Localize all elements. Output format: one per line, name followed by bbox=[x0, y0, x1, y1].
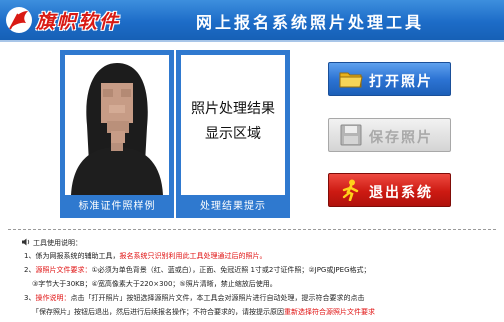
save-photo-label: 保存照片 bbox=[369, 130, 433, 146]
instruction-3-text: ③字节大于30KB；④宽高像素大于220×300；⑤照片清晰，禁止缩放后使用。 bbox=[32, 280, 277, 288]
instructions-title-text: 工具使用说明： bbox=[33, 239, 82, 247]
instruction-2-number: 2、 bbox=[24, 266, 36, 274]
result-placeholder-line2: 显示区域 bbox=[205, 126, 261, 142]
header-divider bbox=[0, 40, 504, 42]
brand-logo: 旗帜软件 bbox=[4, 4, 164, 36]
sample-photo-panel: 标准证件照样例 bbox=[60, 50, 174, 218]
instruction-5-text: 「保存照片」按钮后退出，然后进行后续报名操作；不符合要求的，请按提示原因 bbox=[32, 308, 284, 316]
exit-system-button[interactable]: 退出系统 bbox=[328, 173, 451, 207]
instructions-title: 工具使用说明： bbox=[22, 236, 82, 250]
open-photo-button[interactable]: 打开照片 bbox=[328, 62, 451, 96]
result-caption: 处理结果提示 bbox=[200, 201, 266, 212]
instruction-4-number: 3、 bbox=[24, 294, 36, 302]
app-header: 旗帜软件 网上报名系统照片处理工具 bbox=[0, 0, 504, 40]
instructions-divider bbox=[8, 229, 496, 230]
result-photo-panel: 照片处理结果 显示区域 处理结果提示 bbox=[176, 50, 290, 218]
result-placeholder-line1: 照片处理结果 bbox=[191, 101, 275, 117]
running-person-icon bbox=[342, 179, 359, 201]
instruction-2-text: ①必须为单色背景（红、蓝或白），正面、免冠近照 1寸或2寸证件照；②JPG或JP… bbox=[91, 266, 371, 274]
app-title: 网上报名系统照片处理工具 bbox=[196, 13, 425, 32]
save-photo-button[interactable]: 保存照片 bbox=[328, 118, 451, 152]
floppy-disk-icon bbox=[340, 124, 362, 146]
instruction-4-highlight: 操作说明： bbox=[35, 294, 71, 302]
open-photo-label: 打开照片 bbox=[369, 74, 433, 90]
result-placeholder-text: 照片处理结果 显示区域 bbox=[181, 97, 285, 147]
flag-logo-icon bbox=[6, 7, 32, 33]
speaker-icon bbox=[22, 238, 30, 246]
instruction-line-5: 「保存照片」按钮后退出，然后进行后续报名操作；不符合要求的，请按提示原因重新选择… bbox=[32, 305, 375, 319]
sample-portrait-image bbox=[65, 55, 169, 195]
instruction-line-3: ③字节大于30KB；④宽高像素大于220×300；⑤照片清晰，禁止缩放后使用。 bbox=[32, 277, 277, 291]
instruction-4-text: 点击「打开照片」按钮选择源照片文件，本工具会对源照片进行自动处理，提示符合要求的… bbox=[70, 294, 365, 302]
brand-name: 旗帜软件 bbox=[36, 11, 121, 33]
exit-system-label: 退出系统 bbox=[369, 185, 433, 201]
sample-photo-frame bbox=[65, 55, 169, 195]
instruction-line-1: 1、係为网报系统的辅助工具，报名系统只识别利用此工具处理通过后的照片。 bbox=[24, 249, 266, 263]
instruction-1-highlight: 报名系统只识别利用此工具处理通过后的照片。 bbox=[119, 252, 267, 260]
result-display-area: 照片处理结果 显示区域 bbox=[181, 55, 285, 195]
instruction-2-highlight: 源照片文件要求： bbox=[35, 266, 92, 274]
instruction-line-4: 3、操作说明：点击「打开照片」按钮选择源照片文件，本工具会对源照片进行自动处理，… bbox=[24, 291, 364, 305]
instruction-5-highlight: 重新选择符合源照片文件要求 bbox=[284, 308, 375, 316]
sample-photo-caption: 标准证件照样例 bbox=[78, 201, 156, 212]
instruction-line-2: 2、源照片文件要求：①必须为单色背景（红、蓝或白），正面、免冠近照 1寸或2寸证… bbox=[24, 263, 371, 277]
folder-icon bbox=[339, 72, 363, 88]
instruction-1-text: 1、係为网报系统的辅助工具， bbox=[24, 252, 120, 260]
